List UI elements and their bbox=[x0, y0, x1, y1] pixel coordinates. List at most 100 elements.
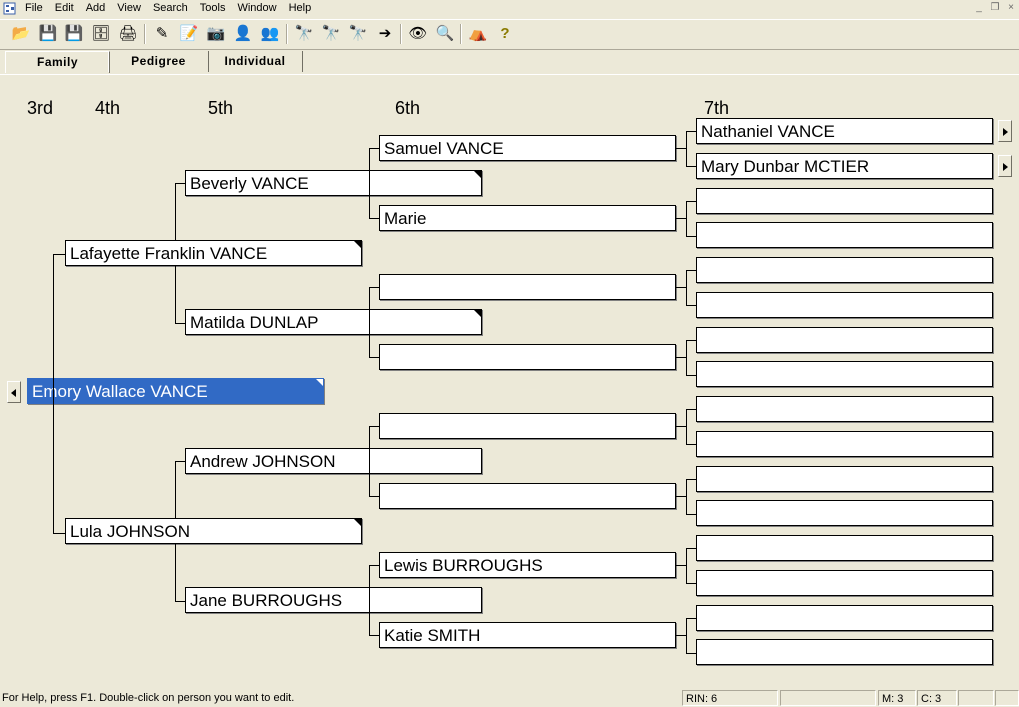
connector-line bbox=[369, 148, 370, 218]
connector-line bbox=[369, 218, 379, 219]
edit-person-icon[interactable]: ✎ bbox=[151, 23, 173, 45]
connector-line bbox=[53, 254, 54, 533]
web-search-icon[interactable]: 🔍 bbox=[434, 23, 456, 45]
connector-line bbox=[369, 287, 379, 288]
person-box-gen7-3[interactable] bbox=[696, 222, 993, 248]
person-box-gen7-7[interactable] bbox=[696, 361, 993, 387]
navigate-ancestors-button-0[interactable] bbox=[998, 120, 1012, 142]
connector-line bbox=[686, 653, 696, 654]
add-person-icon[interactable]: 👤 bbox=[232, 23, 254, 45]
connector-line bbox=[686, 618, 696, 619]
connector-line bbox=[175, 461, 176, 518]
minimize-button[interactable]: _ bbox=[971, 1, 987, 14]
connector-line bbox=[686, 340, 687, 375]
connector-line bbox=[676, 496, 686, 497]
person-box-gen7-9[interactable] bbox=[696, 431, 993, 457]
menu-window[interactable]: Window bbox=[237, 1, 276, 16]
close-button[interactable]: × bbox=[1003, 1, 1019, 14]
connector-line bbox=[175, 266, 176, 323]
toolbar-separator bbox=[460, 24, 462, 44]
menu-file[interactable]: File bbox=[25, 1, 43, 16]
status-help-text: For Help, press F1. Double-click on pers… bbox=[2, 692, 295, 704]
person-box-gen6-3[interactable] bbox=[379, 344, 676, 370]
navigate-ancestors-button-1[interactable] bbox=[998, 155, 1012, 177]
person-box-gen6-7[interactable]: Katie SMITH bbox=[379, 622, 676, 648]
connector-line bbox=[53, 533, 65, 534]
person-box-gen7-1[interactable]: Mary Dunbar MCTIER bbox=[696, 153, 993, 179]
find-next-icon[interactable]: 🔭 bbox=[320, 23, 342, 45]
person-box-gen7-8[interactable] bbox=[696, 396, 993, 422]
connector-line bbox=[686, 618, 687, 653]
person-box-gen4-0[interactable]: Lafayette Franklin VANCE bbox=[65, 240, 362, 266]
navigate-descendant-button[interactable] bbox=[7, 381, 21, 403]
backup-icon[interactable]: 🗄 bbox=[90, 23, 112, 45]
person-box-gen4-1[interactable]: Lula JOHNSON bbox=[65, 518, 362, 544]
tab-individual[interactable]: Individual bbox=[208, 51, 303, 72]
person-box-gen6-0[interactable]: Samuel VANCE bbox=[379, 135, 676, 161]
person-box-gen7-12[interactable] bbox=[696, 535, 993, 561]
person-box-gen5-1[interactable]: Matilda DUNLAP bbox=[185, 309, 482, 335]
tab-pedigree[interactable]: Pedigree bbox=[108, 51, 209, 72]
arrow-left-icon bbox=[11, 389, 16, 397]
menu-edit[interactable]: Edit bbox=[55, 1, 74, 16]
add-family-icon[interactable]: 👥 bbox=[259, 23, 281, 45]
more-ancestors-marker bbox=[354, 241, 361, 248]
save-as-icon[interactable]: 💾 bbox=[63, 23, 85, 45]
tree-icon[interactable]: ⛺ bbox=[467, 23, 489, 45]
person-box-gen7-4[interactable] bbox=[696, 257, 993, 283]
person-box-gen7-2[interactable] bbox=[696, 188, 993, 214]
person-box-gen6-6[interactable]: Lewis BURROUGHS bbox=[379, 552, 676, 578]
find-previous-icon[interactable]: 🔭 bbox=[347, 23, 369, 45]
person-name: Marie bbox=[384, 209, 427, 228]
help-icon[interactable]: ? bbox=[494, 23, 516, 45]
person-box-gen5-2[interactable]: Andrew JOHNSON bbox=[185, 448, 482, 474]
status-pane-empty bbox=[780, 690, 876, 706]
person-box-gen5-3[interactable]: Jane BURROUGHS bbox=[185, 587, 482, 613]
connector-line bbox=[676, 565, 686, 566]
menu-help[interactable]: Help bbox=[289, 1, 312, 16]
connector-line bbox=[175, 544, 176, 601]
connector-line bbox=[676, 287, 686, 288]
connector-line bbox=[686, 583, 696, 584]
person-box-gen6-5[interactable] bbox=[379, 483, 676, 509]
multimedia-icon[interactable]: 📷 bbox=[205, 23, 227, 45]
goto-icon[interactable]: ➔ bbox=[374, 23, 396, 45]
connector-line bbox=[686, 409, 696, 410]
connector-line bbox=[676, 218, 686, 219]
person-box-gen7-13[interactable] bbox=[696, 570, 993, 596]
connector-line bbox=[686, 270, 696, 271]
person-box-gen7-6[interactable] bbox=[696, 327, 993, 353]
person-box-gen5-0[interactable]: Beverly VANCE bbox=[185, 170, 482, 196]
person-box-gen6-1[interactable]: Marie bbox=[379, 205, 676, 231]
person-box-gen6-4[interactable] bbox=[379, 413, 676, 439]
save-icon[interactable]: 💾 bbox=[37, 23, 59, 45]
person-box-gen7-14[interactable] bbox=[696, 605, 993, 631]
tab-family[interactable]: Family bbox=[5, 51, 110, 73]
person-box-root[interactable]: Emory Wallace VANCE bbox=[27, 378, 324, 404]
arrow-right-icon bbox=[1003, 128, 1008, 136]
connector-line bbox=[369, 426, 370, 496]
open-icon[interactable]: 📂 bbox=[10, 23, 32, 45]
more-ancestors-marker bbox=[474, 171, 481, 178]
connector-line bbox=[175, 183, 185, 184]
person-box-gen7-11[interactable] bbox=[696, 500, 993, 526]
menu-add[interactable]: Add bbox=[86, 1, 106, 16]
connector-line bbox=[686, 131, 687, 166]
person-box-gen6-2[interactable] bbox=[379, 274, 676, 300]
menu-search[interactable]: Search bbox=[153, 1, 188, 16]
person-name: Nathaniel VANCE bbox=[701, 122, 835, 141]
menu-view[interactable]: View bbox=[117, 1, 141, 16]
find-icon[interactable]: 🔭 bbox=[293, 23, 315, 45]
person-box-gen7-10[interactable] bbox=[696, 466, 993, 492]
person-box-gen7-15[interactable] bbox=[696, 639, 993, 665]
menu-tools[interactable]: Tools bbox=[200, 1, 226, 16]
person-box-gen7-0[interactable]: Nathaniel VANCE bbox=[696, 118, 993, 144]
print-icon[interactable]: 🖨 bbox=[117, 23, 139, 45]
restore-button[interactable]: ❐ bbox=[987, 1, 1003, 14]
connector-line bbox=[686, 479, 696, 480]
notes-icon[interactable]: 📝 bbox=[178, 23, 200, 45]
arrow-right-icon bbox=[1003, 163, 1008, 171]
connector-line bbox=[676, 426, 686, 427]
person-box-gen7-5[interactable] bbox=[696, 292, 993, 318]
relationship-icon[interactable]: 👁 bbox=[407, 23, 429, 45]
